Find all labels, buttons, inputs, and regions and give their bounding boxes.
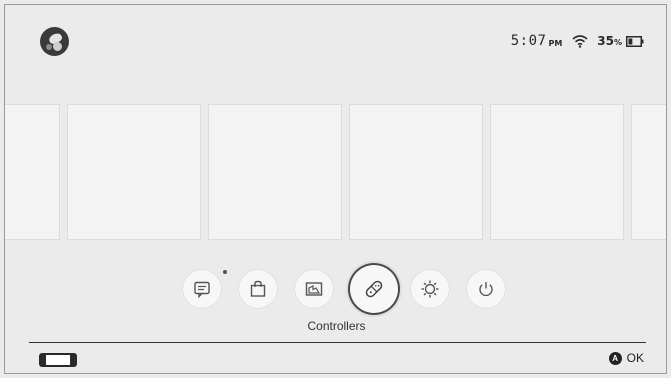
- game-tile[interactable]: [67, 104, 201, 240]
- controllers-button[interactable]: [350, 265, 398, 313]
- a-button-icon: A: [608, 351, 622, 365]
- game-tile[interactable]: [208, 104, 342, 240]
- battery-percent-sign: %: [613, 38, 622, 47]
- clock-time: 5:07: [510, 33, 547, 49]
- ok-label: OK: [626, 351, 644, 365]
- game-tile[interactable]: [5, 104, 60, 240]
- album-icon: [305, 282, 323, 296]
- news-button[interactable]: [183, 270, 221, 308]
- power-icon: [479, 282, 493, 297]
- sleep-mode-button[interactable]: [467, 270, 505, 308]
- battery-percent-value: 35: [597, 34, 614, 48]
- game-tiles-row: [5, 104, 666, 240]
- game-tile[interactable]: [490, 104, 624, 240]
- eshop-button[interactable]: [239, 270, 277, 308]
- clock-ampm: PM: [548, 38, 563, 48]
- battery-percent: 35%: [597, 34, 622, 48]
- game-tile[interactable]: [349, 104, 483, 240]
- ok-button-hint: A OK: [608, 351, 644, 365]
- footer-divider: [29, 342, 646, 343]
- battery-icon: [626, 35, 644, 47]
- system-settings-button[interactable]: [411, 270, 449, 308]
- news-notification-dot: [223, 270, 227, 274]
- wifi-icon: [572, 35, 588, 48]
- gear-icon: [421, 280, 439, 298]
- news-icon: [194, 281, 210, 299]
- selected-dock-label: Controllers: [307, 319, 366, 333]
- shopping-bag-icon: [250, 280, 266, 297]
- album-button[interactable]: [295, 270, 333, 308]
- status-bar: 5:07 PM 35%: [511, 33, 644, 49]
- handheld-console-icon: [39, 353, 77, 367]
- game-tile[interactable]: [631, 104, 666, 240]
- dock: [5, 265, 666, 313]
- controller-icon: [365, 280, 383, 298]
- home-screen: 5:07 PM 35% Controllers A OK: [4, 4, 667, 374]
- user-avatar-icon[interactable]: [40, 27, 69, 56]
